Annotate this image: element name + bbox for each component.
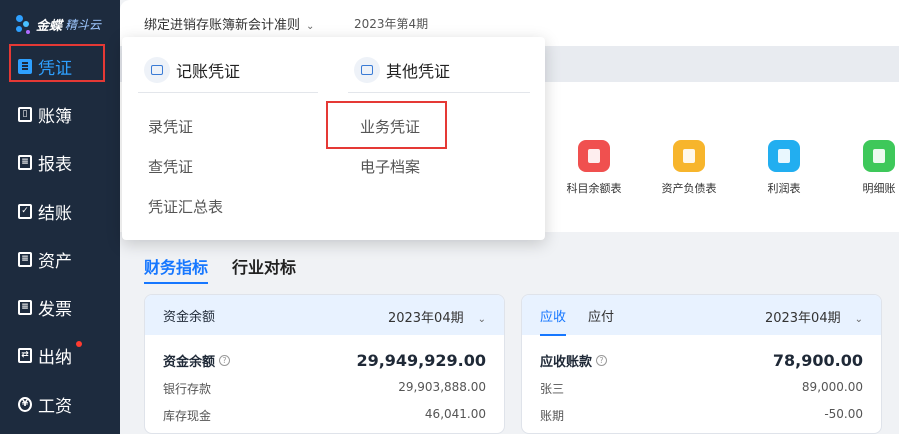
notification-dot (76, 341, 82, 347)
voucher-icon (18, 58, 32, 74)
menu-item-voucher-summary[interactable]: 凭证汇总表 (148, 196, 223, 217)
income-statement-icon (768, 140, 800, 172)
divider (348, 92, 530, 93)
table-row: 银行存款 29,903,888.00 (145, 380, 504, 397)
panel-header: 应收 应付 2023年04期 ⌄ (522, 295, 881, 336)
receivable-tabs: 应收 应付 (540, 295, 614, 336)
invoice-icon: ≡ (18, 299, 32, 315)
chevron-down-icon: ⌄ (854, 314, 863, 325)
row-label: 张三 (540, 382, 565, 396)
ledger-book-icon: ▯ (18, 106, 32, 122)
row-value: 46,041.00 (424, 407, 486, 421)
section-title: 记账凭证 (176, 62, 241, 81)
row-value: 89,000.00 (801, 380, 863, 394)
panel-title: 资金余额 (163, 309, 216, 325)
sidebar-item-cashier[interactable]: ⇄ 出纳 (0, 331, 120, 379)
sidebar-item-asset[interactable]: ≡ 资产 (0, 235, 120, 283)
report-icon: ≡ (18, 154, 32, 170)
total-value: 78,900.00 (772, 351, 863, 370)
sidebar-item-label: 发票 (38, 299, 72, 320)
quick-link-balance-sheet[interactable]: 资产负债表 (649, 140, 729, 196)
voucher-section-icon (144, 57, 170, 83)
receivable-total: 应收账款? 78,900.00 (522, 351, 881, 370)
fund-balance-total: 资金余额? 29,949,929.00 (145, 351, 504, 370)
help-icon[interactable]: ? (596, 355, 608, 366)
voucher-section-header: 记账凭证 (144, 57, 240, 83)
period-selector[interactable]: 2023年04期 ⌄ (388, 307, 486, 326)
other-voucher-section-header: 其他凭证 (354, 57, 450, 83)
divider (138, 92, 318, 93)
chevron-down-icon: ⌄ (477, 314, 486, 325)
current-period: 2023年第4期 (354, 17, 429, 31)
sidebar-item-label: 报表 (38, 154, 72, 175)
indicator-tabs: 财务指标 行业对标 (144, 254, 296, 284)
voucher-dropdown-menu: 记账凭证 其他凭证 录凭证 查凭证 凭证汇总表 业务凭证 电子档案 (122, 37, 545, 240)
logo: 金蝶 精斗云 (14, 10, 101, 38)
table-row: 账期 -50.00 (522, 407, 881, 424)
sidebar-item-salary[interactable]: ¥ 工资 (0, 380, 120, 428)
period-value: 2023年04期 (387, 311, 464, 326)
detail-ledger-icon (863, 140, 895, 172)
fund-balance-panel: 资金余额 2023年04期 ⌄ 资金余额? 29,949,929.00 银行存款 … (144, 294, 505, 434)
logo-text: 金蝶 (36, 18, 63, 34)
quick-link-detail-ledger[interactable]: 明细账 (839, 140, 899, 196)
sidebar-item-voucher[interactable]: 凭证 (0, 42, 120, 90)
row-label: 银行存款 (163, 382, 212, 396)
tab-industry[interactable]: 行业对标 (232, 254, 296, 284)
logo-subtext: 精斗云 (65, 17, 102, 32)
ledger-name: 绑定进销存账簿新会计准则 (144, 18, 301, 33)
chevron-down-icon: ⌄ (306, 21, 315, 32)
sidebar-item-label: 结账 (38, 203, 72, 224)
total-label: 应收账款 (540, 355, 593, 370)
sidebar-item-checkout[interactable]: ✓ 结账 (0, 187, 120, 235)
panel-header: 资金余额 2023年04期 ⌄ (145, 295, 504, 335)
menu-item-electronic-archive[interactable]: 电子档案 (360, 156, 420, 177)
logo-mark-icon (14, 14, 32, 34)
sidebar-item-invoice[interactable]: ≡ 发票 (0, 283, 120, 331)
sidebar-item-label: 出纳 (38, 347, 72, 368)
quick-link-income-statement[interactable]: 利润表 (744, 140, 824, 196)
help-icon[interactable]: ? (219, 355, 231, 366)
menu-item-enter-voucher[interactable]: 录凭证 (148, 116, 193, 137)
table-row: 张三 89,000.00 (522, 380, 881, 397)
tab-finance[interactable]: 财务指标 (144, 254, 209, 284)
sidebar: 金蝶 精斗云 凭证 ▯ 账簿 ≡ 报表 ✓ 结账 ≡ 资产 ≡ 发票 ⇄ 出纳 … (0, 0, 120, 434)
period-selector[interactable]: 2023年04期 ⌄ (765, 307, 863, 326)
sidebar-item-label: 资产 (38, 251, 72, 272)
row-label: 库存现金 (163, 409, 212, 423)
row-value: 29,903,888.00 (398, 380, 486, 394)
sidebar-item-report[interactable]: ≡ 报表 (0, 138, 120, 186)
total-value: 29,949,929.00 (356, 351, 486, 370)
sidebar-item-label: 账簿 (38, 106, 72, 127)
table-row: 库存现金 46,041.00 (145, 407, 504, 424)
ledger-selector[interactable]: 绑定进销存账簿新会计准则 ⌄ (144, 14, 314, 33)
balance-sheet-icon (673, 140, 705, 172)
cashier-icon: ⇄ (18, 347, 32, 363)
total-label: 资金余额 (163, 355, 216, 370)
menu-item-business-voucher[interactable]: 业务凭证 (360, 116, 420, 137)
other-voucher-section-icon (354, 57, 380, 83)
quick-link-label: 资产负债表 (661, 182, 717, 195)
salary-icon: ¥ (18, 396, 32, 412)
receivable-panel: 应收 应付 2023年04期 ⌄ 应收账款? 78,900.00 张三 89,00… (521, 294, 882, 434)
row-value: -50.00 (824, 407, 863, 421)
quick-link-label: 明细账 (862, 182, 896, 195)
quick-link-label: 科目余额表 (566, 182, 622, 195)
subject-balance-icon (578, 140, 610, 172)
tab-receivable[interactable]: 应收 (540, 295, 567, 336)
asset-icon: ≡ (18, 251, 32, 267)
sidebar-item-label: 凭证 (38, 58, 72, 79)
section-title: 其他凭证 (386, 62, 451, 81)
sidebar-item-ledger[interactable]: ▯ 账簿 (0, 90, 120, 138)
sidebar-item-label: 工资 (38, 396, 72, 417)
checkout-icon: ✓ (18, 203, 32, 219)
period-value: 2023年04期 (764, 311, 841, 326)
menu-item-query-voucher[interactable]: 查凭证 (148, 156, 193, 177)
quick-link-subject-balance[interactable]: 科目余额表 (554, 140, 634, 196)
tab-payable[interactable]: 应付 (588, 295, 614, 336)
quick-link-label: 利润表 (767, 182, 801, 195)
row-label: 账期 (540, 409, 565, 423)
